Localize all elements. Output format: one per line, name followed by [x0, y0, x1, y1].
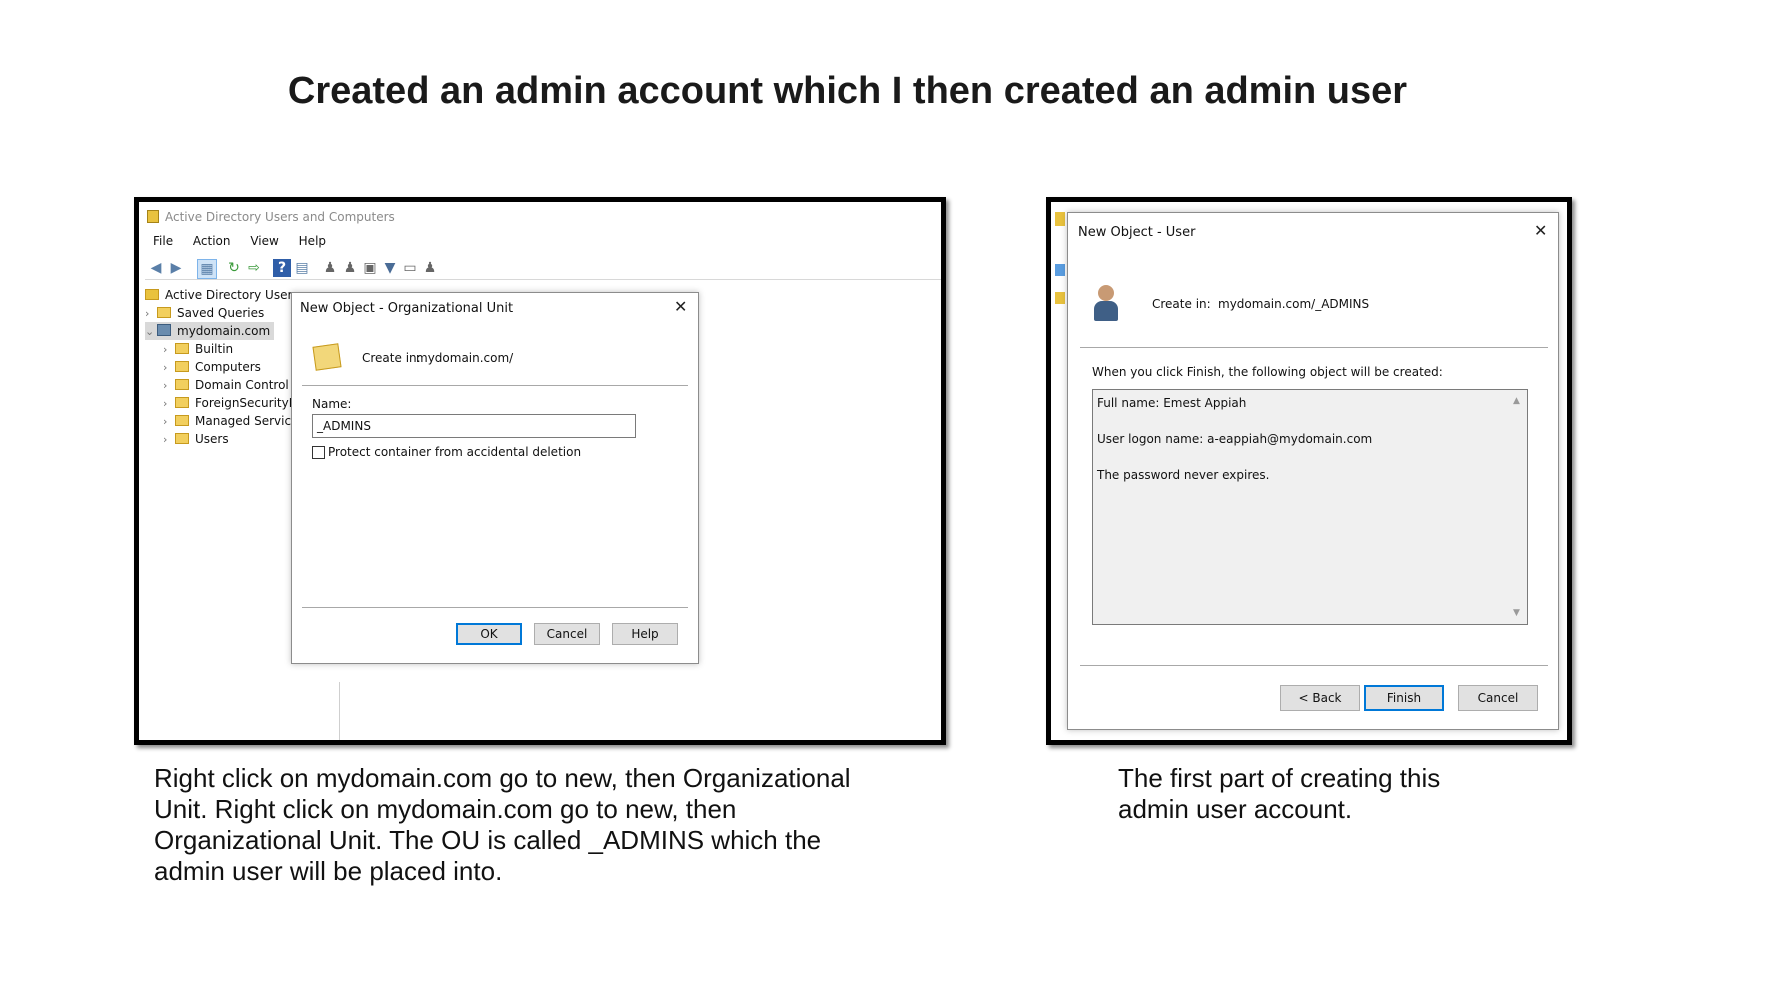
- filter-icon[interactable]: ▼: [381, 259, 399, 277]
- protect-checkbox[interactable]: [312, 446, 325, 459]
- new-user-icon[interactable]: ♟: [321, 259, 339, 277]
- background-tree-icon: [1055, 292, 1065, 304]
- chevron-right-icon[interactable]: ›: [163, 413, 175, 431]
- background-window-icon: [1055, 212, 1065, 226]
- scroll-down-icon[interactable]: ▼: [1513, 608, 1520, 618]
- app-window-title: Active Directory Users and Computers: [165, 210, 395, 224]
- tree-item-domain-controllers[interactable]: › Domain Control: [163, 376, 289, 394]
- finish-button[interactable]: Finish: [1364, 685, 1444, 711]
- user-avatar-icon: [1098, 285, 1114, 301]
- close-icon[interactable]: ✕: [674, 297, 687, 316]
- summary-logon-name: User logon name: a-eappiah@mydomain.com: [1097, 432, 1373, 446]
- console-tree-icon[interactable]: ▦: [197, 259, 217, 279]
- folder-icon: [175, 343, 189, 354]
- tree-item-computers[interactable]: › Computers: [163, 358, 261, 376]
- chevron-right-icon[interactable]: ›: [163, 359, 175, 377]
- tree-item-foreign-security[interactable]: › ForeignSecurityP: [163, 394, 296, 412]
- toolbar: ◀ ▶ ▦ ↻ ⇨ ? ▤ ♟ ♟ ▣ ▼ ▭ ♟: [145, 257, 941, 280]
- ou-folder-icon: [312, 343, 342, 371]
- new-group-icon[interactable]: ♟: [341, 259, 359, 277]
- chevron-right-icon[interactable]: ›: [163, 377, 175, 395]
- finish-intro-text: When you click Finish, the following obj…: [1092, 365, 1443, 379]
- help-button[interactable]: Help: [612, 623, 678, 645]
- close-icon[interactable]: ✕: [1534, 221, 1547, 240]
- tree-item-ad-root[interactable]: Active Directory Users a: [145, 286, 310, 304]
- caption-left: Right click on mydomain.com go to new, t…: [154, 763, 851, 886]
- ok-button[interactable]: OK: [456, 623, 522, 645]
- new-ou-icon[interactable]: ▣: [361, 259, 379, 277]
- tree-item-managed-service[interactable]: › Managed Servic: [163, 412, 291, 430]
- protect-label: Protect container from accidental deleti…: [328, 445, 582, 459]
- folder-icon: [175, 361, 189, 372]
- folder-icon: [157, 307, 171, 318]
- chevron-right-icon[interactable]: ›: [163, 395, 175, 413]
- add-to-group-icon[interactable]: ♟: [421, 259, 439, 277]
- slide-title: Created an admin account which I then cr…: [287, 70, 1408, 112]
- chevron-right-icon[interactable]: ›: [163, 341, 175, 359]
- refresh-icon[interactable]: ↻: [225, 259, 243, 277]
- screenshot-ou-frame: Active Directory Users and Computers Fil…: [134, 197, 946, 745]
- tree-item-mydomain[interactable]: ⌄ mydomain.com: [145, 322, 275, 341]
- menu-action[interactable]: Action: [193, 234, 231, 248]
- summary-full-name: Full name: Emest Appiah: [1097, 396, 1247, 410]
- folder-icon: [175, 433, 189, 444]
- scroll-up-icon[interactable]: ▲: [1513, 396, 1520, 406]
- create-in-label: Create in:: [362, 351, 421, 365]
- ou-name-input[interactable]: _ADMINS: [312, 414, 636, 438]
- properties-icon[interactable]: ▤: [293, 259, 311, 277]
- help-icon[interactable]: ?: [273, 259, 291, 277]
- domain-icon: [157, 324, 171, 336]
- back-arrow-icon[interactable]: ◀: [147, 259, 165, 277]
- user-body-icon: [1094, 301, 1118, 321]
- back-button[interactable]: < Back: [1280, 685, 1360, 711]
- chevron-right-icon[interactable]: ›: [145, 305, 157, 323]
- dialog-title: New Object - User: [1078, 225, 1196, 240]
- screenshot-user-frame: New Object - User ✕ Create in: mydomain.…: [1046, 197, 1572, 745]
- create-in-label: Create in:: [1152, 297, 1211, 311]
- tree-item-builtin[interactable]: › Builtin: [163, 340, 233, 358]
- create-in-value: mydomain.com/: [416, 351, 514, 365]
- new-ou-dialog: New Object - Organizational Unit ✕ Creat…: [291, 292, 699, 664]
- create-in-value: mydomain.com/_ADMINS: [1218, 297, 1370, 311]
- background-toolbar-icon: [1055, 264, 1065, 276]
- menu-view[interactable]: View: [250, 234, 278, 248]
- dialog-separator: [1080, 665, 1548, 666]
- chevron-down-icon[interactable]: ⌄: [145, 323, 157, 341]
- ad-app-icon: [147, 210, 159, 223]
- dialog-separator: [302, 607, 688, 608]
- chevron-right-icon[interactable]: ›: [163, 431, 175, 449]
- tree-item-saved-queries[interactable]: › Saved Queries: [145, 304, 264, 322]
- find-icon[interactable]: ▭: [401, 259, 419, 277]
- tree-item-users[interactable]: › Users: [163, 430, 229, 448]
- folder-icon: [175, 379, 189, 390]
- dialog-title: New Object - Organizational Unit: [300, 301, 514, 316]
- new-user-dialog: New Object - User ✕ Create in: mydomain.…: [1067, 212, 1559, 730]
- folder-icon: [175, 397, 189, 408]
- menu-file[interactable]: File: [153, 234, 173, 248]
- cancel-button[interactable]: Cancel: [1458, 685, 1538, 711]
- summary-password: The password never expires.: [1097, 468, 1270, 482]
- folder-icon: [175, 415, 189, 426]
- menu-help[interactable]: Help: [299, 234, 326, 248]
- pane-splitter[interactable]: [339, 682, 340, 740]
- caption-right: The first part of creating this admin us…: [1118, 763, 1441, 824]
- dialog-separator: [302, 385, 688, 386]
- forward-arrow-icon[interactable]: ▶: [167, 259, 185, 277]
- summary-box[interactable]: Full name: Emest Appiah User logon name:…: [1092, 389, 1528, 625]
- cancel-button[interactable]: Cancel: [534, 623, 600, 645]
- name-label: Name:: [312, 397, 352, 411]
- export-list-icon[interactable]: ⇨: [245, 259, 263, 277]
- menu-bar: File Action View Help: [153, 234, 342, 248]
- ad-root-icon: [145, 289, 159, 300]
- dialog-separator: [1080, 347, 1548, 348]
